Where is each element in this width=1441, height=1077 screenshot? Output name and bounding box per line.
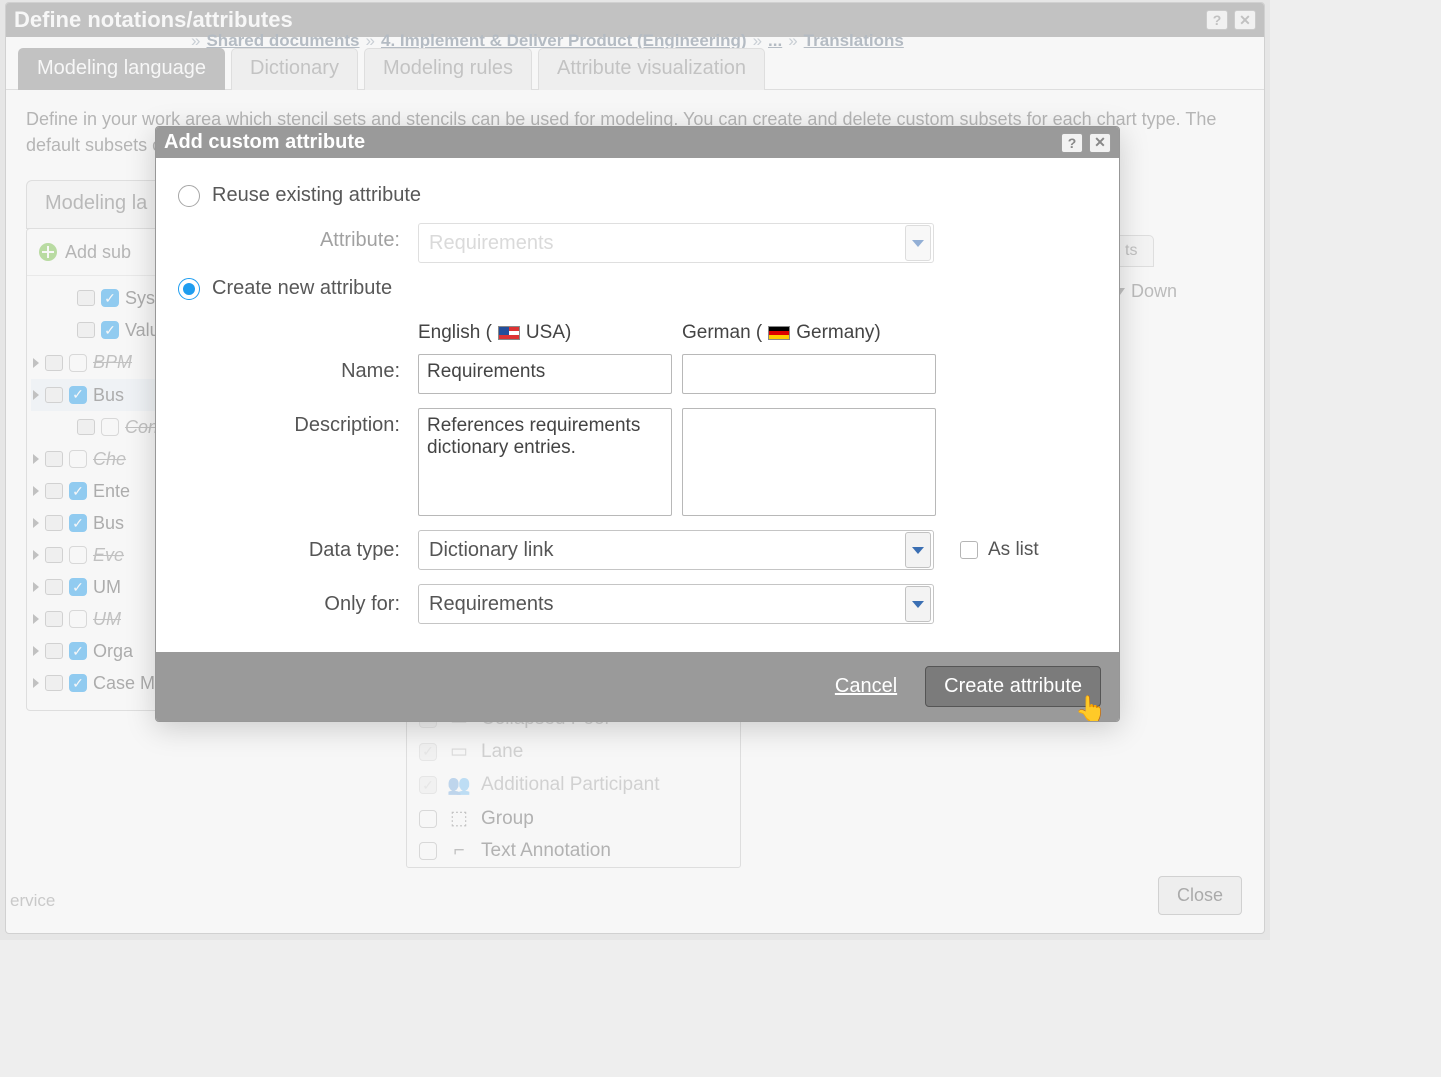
desc-en-input[interactable]: References requirements dictionary entri…	[418, 408, 672, 516]
radio-create-label: Create new attribute	[212, 277, 392, 300]
name-label: Name:	[178, 354, 418, 383]
name-en-input[interactable]: Requirements	[418, 354, 672, 394]
attribute-label: Attribute:	[178, 223, 418, 252]
modal-title: Add custom attribute	[164, 131, 365, 154]
radio-create[interactable]	[178, 278, 200, 300]
create-attribute-button[interactable]: Create attribute 👆	[925, 666, 1101, 707]
chevron-down-icon	[912, 547, 924, 554]
flag-de-icon	[768, 326, 790, 340]
desc-label: Description:	[178, 408, 418, 437]
onlyfor-combo[interactable]: Requirements	[418, 584, 934, 624]
cursor-icon: 👆	[1076, 694, 1106, 722]
name-de-input[interactable]	[682, 354, 936, 394]
lang-col-en: English ( USA)	[418, 322, 672, 344]
modal-close-icon[interactable]: ✕	[1089, 133, 1111, 153]
onlyfor-label: Only for:	[178, 593, 418, 616]
attribute-combo: Requirements	[418, 223, 934, 263]
desc-de-input[interactable]	[682, 408, 936, 516]
modal-help-icon[interactable]: ?	[1061, 133, 1083, 153]
datatype-value: Dictionary link	[429, 539, 553, 562]
radio-reuse-label: Reuse existing attribute	[212, 184, 421, 207]
cancel-button[interactable]: Cancel	[833, 671, 899, 702]
onlyfor-value: Requirements	[429, 593, 554, 616]
aslist-label: As list	[988, 539, 1039, 561]
lang-col-de: German ( Germany)	[682, 322, 936, 344]
chevron-down-icon	[912, 601, 924, 608]
datatype-combo[interactable]: Dictionary link	[418, 530, 934, 570]
flag-us-icon	[498, 326, 520, 340]
aslist-checkbox[interactable]	[960, 541, 978, 559]
attribute-placeholder: Requirements	[429, 232, 554, 255]
datatype-label: Data type:	[178, 539, 418, 562]
add-attribute-modal: Add custom attribute ? ✕ Reuse existing …	[155, 126, 1120, 722]
chevron-down-icon	[912, 240, 924, 247]
radio-reuse[interactable]	[178, 185, 200, 207]
